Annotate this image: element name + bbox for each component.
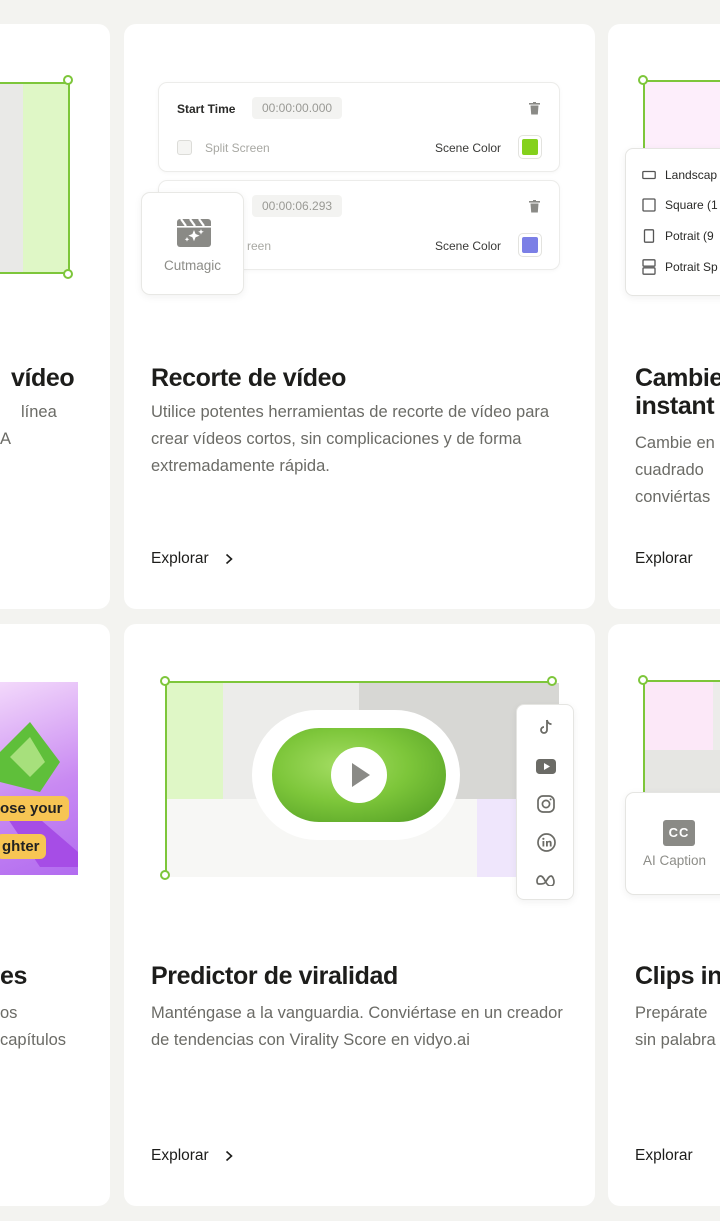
trash-icon[interactable]	[529, 200, 540, 213]
tiktok-icon[interactable]	[536, 717, 556, 737]
aspect-ratio-menu: Landscap Square (1 Potrait (9 Potrait Sp	[625, 148, 720, 296]
explore-link[interactable]: Explorar	[151, 550, 235, 568]
scene-row-1: Start Time 00:00:00.000 Split Screen Sce…	[158, 82, 560, 172]
ai-caption-label: AI Caption	[643, 853, 707, 868]
landscape-ratio-icon	[642, 170, 656, 180]
explore-label: Explorar	[151, 550, 209, 567]
card-desc-line-1: Prepárate	[635, 1004, 708, 1022]
card-desc-line-2: capítulos	[0, 1031, 67, 1049]
ai-caption-tool[interactable]: CC AI Caption	[625, 792, 720, 895]
meta-icon[interactable]	[536, 870, 556, 890]
frame-handle-tl[interactable]	[638, 75, 648, 85]
explore-label: Explorar	[635, 550, 693, 567]
card-desc: Utilice potentes herramientas de recorte…	[151, 403, 550, 475]
card-left-bottom: ose your ghter es os capítulos	[0, 624, 110, 1206]
card-right-top: Landscap Square (1 Potrait (9 Potrait Sp…	[608, 24, 720, 609]
explore-label: Explorar	[151, 1147, 209, 1164]
menu-item-portrait[interactable]: Potrait (9	[642, 229, 714, 243]
start-time-label: Start Time	[177, 102, 236, 116]
card-desc: Manténgase a la vanguardia. Conviértase …	[151, 1004, 563, 1049]
card-title-line-2: instant	[635, 392, 715, 420]
scene-color-label: Scene Color	[435, 141, 502, 155]
portrait-ratio-icon	[643, 229, 655, 243]
card-recorte-de-video: Start Time 00:00:00.000 Split Screen Sce…	[124, 24, 595, 609]
card-desc-line-1: línea	[21, 403, 57, 421]
cutmagic-label: Cutmagic	[163, 258, 222, 273]
card-desc-line-2: cuadrado	[635, 461, 704, 479]
frame-handle-tr[interactable]	[63, 75, 73, 85]
card-title: vídeo	[11, 364, 75, 392]
card-title-line-1: Cambie	[635, 364, 720, 392]
play-button-graphic[interactable]	[256, 714, 456, 836]
trash-icon[interactable]	[529, 102, 540, 115]
card-left-top: vídeo línea A	[0, 24, 110, 609]
card-desc-line-1: Cambie en	[635, 434, 715, 452]
explore-label: Explorar	[635, 1147, 693, 1164]
explore-link[interactable]: Explorar	[635, 1147, 693, 1165]
frame-handle-tl[interactable]	[638, 675, 648, 685]
square-ratio-icon	[642, 198, 656, 212]
second-time-value[interactable]: 00:00:06.293	[252, 195, 343, 217]
card-desc-line-3: conviértas	[635, 488, 711, 506]
scene-color-swatch-purple[interactable]	[518, 233, 542, 257]
badge-choose: ose your	[0, 796, 69, 821]
card-predictor-de-viralidad: Predictor de viralidad Manténgase a la v…	[124, 624, 595, 1206]
menu-item-label: Landscap	[665, 168, 718, 182]
scene-color-label: Scene Color	[435, 239, 502, 253]
portrait-split-icon	[642, 259, 656, 275]
badge-fighter: ghter	[0, 834, 46, 859]
frame-handle-tl[interactable]	[160, 676, 170, 686]
split-screen-checkbox[interactable]	[177, 140, 192, 155]
youtube-icon[interactable]	[536, 756, 556, 776]
card-desc-line-2: A	[0, 430, 12, 448]
card-desc-line-1: os	[0, 1004, 18, 1022]
menu-item-label: Potrait (9	[665, 229, 714, 243]
explore-link[interactable]: Explorar	[635, 550, 693, 568]
chevron-right-icon	[225, 1150, 233, 1162]
cc-icon: CC	[663, 820, 695, 846]
menu-item-label: Square (1	[665, 198, 718, 212]
card-title: Recorte de vídeo	[151, 364, 347, 392]
split-screen-label-partial: reen	[247, 239, 272, 253]
card-title: Clips in	[635, 962, 720, 990]
menu-item-square[interactable]: Square (1	[642, 198, 718, 212]
instagram-icon[interactable]	[536, 794, 556, 814]
social-platforms-list	[516, 704, 574, 900]
frame-handle-bl[interactable]	[160, 870, 170, 880]
menu-item-portrait-split[interactable]: Potrait Sp	[642, 259, 718, 275]
card-right-bottom: CC AI Caption Clips in Prepárate sin pal…	[608, 624, 720, 1206]
feature-grid: vídeo línea A Start Time 00:00:00.000 Sp…	[0, 0, 720, 1221]
menu-item-label: Potrait Sp	[665, 260, 718, 274]
split-screen-label: Split Screen	[205, 141, 270, 155]
preview-frame	[0, 82, 70, 274]
chapters-preview-image: ose your ghter	[0, 682, 78, 875]
scene-color-swatch-green[interactable]	[518, 135, 542, 159]
frame-handle-br[interactable]	[63, 269, 73, 279]
start-time-value[interactable]: 00:00:00.000	[252, 97, 343, 119]
card-title: es	[0, 962, 28, 990]
linkedin-icon[interactable]	[536, 832, 556, 852]
chevron-right-icon	[225, 553, 233, 565]
frame-handle-tr[interactable]	[547, 676, 557, 686]
cutmagic-tool[interactable]: Cutmagic	[141, 192, 244, 295]
card-desc-line-2: sin palabra	[635, 1031, 716, 1049]
menu-item-landscape[interactable]: Landscap	[642, 168, 717, 182]
explore-link[interactable]: Explorar	[151, 1147, 235, 1165]
play-icon	[331, 747, 387, 803]
clapperboard-sparkle-icon	[177, 219, 211, 247]
card-title: Predictor de viralidad	[151, 962, 398, 990]
